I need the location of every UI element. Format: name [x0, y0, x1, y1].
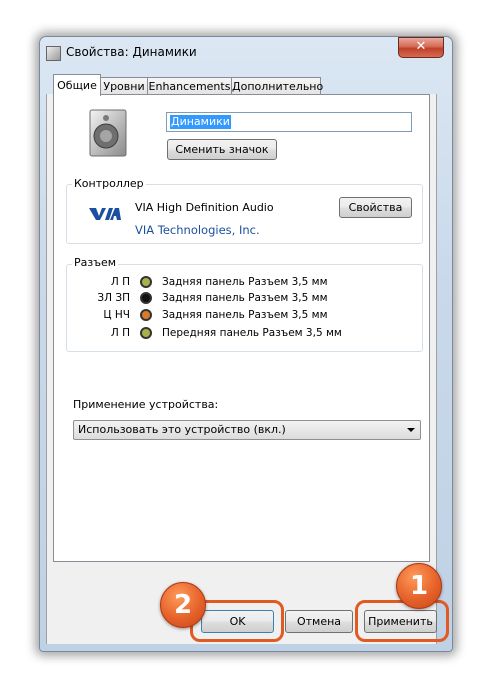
- jack-description: Передняя панель Разъем 3,5 мм: [162, 327, 342, 339]
- window-speaker-icon: [46, 46, 61, 61]
- window-title: Свойства: Динамики: [66, 45, 197, 59]
- jack-description: Задняя панель Разъем 3,5 мм: [162, 276, 328, 288]
- jack-color-icon: [140, 309, 152, 321]
- device-name-value: Динамики: [170, 115, 231, 129]
- tab-advanced[interactable]: Дополнительно: [231, 77, 323, 95]
- controller-name: VIA High Definition Audio: [135, 201, 274, 214]
- device-usage-select[interactable]: Использовать это устройство (вкл.): [73, 420, 421, 440]
- jack-channel-code: Ц НЧ: [103, 309, 130, 321]
- tab-general[interactable]: Общие: [53, 74, 101, 96]
- jack-channel-code: ЗЛ ЗП: [97, 292, 130, 304]
- jack-description: Задняя панель Разъем 3,5 мм: [162, 292, 328, 304]
- controller-group-label: Контроллер: [72, 177, 146, 190]
- jack-row: Л П Задняя панель Разъем 3,5 мм: [70, 275, 370, 289]
- device-usage-label: Применение устройства:: [73, 398, 219, 411]
- step-badge-2: 2: [160, 582, 206, 628]
- controller-properties-button[interactable]: Свойства: [339, 197, 412, 218]
- jack-row: Ц НЧ Задняя панель Разъем 3,5 мм: [70, 308, 370, 322]
- close-button[interactable]: ✕: [398, 37, 444, 58]
- chevron-down-icon: [407, 428, 415, 432]
- change-icon-button[interactable]: Сменить значок: [167, 139, 277, 160]
- cancel-button[interactable]: Отмена: [285, 610, 353, 633]
- tab-enhancements[interactable]: Enhancements: [147, 77, 232, 95]
- step-badge-1: 1: [396, 563, 442, 609]
- tab-levels[interactable]: Уровни: [100, 77, 148, 95]
- jacks-group-label: Разъем: [72, 256, 119, 269]
- speaker-icon: [89, 109, 127, 157]
- jack-row: Л П Передняя панель Разъем 3,5 мм: [70, 326, 370, 340]
- jack-row: ЗЛ ЗП Задняя панель Разъем 3,5 мм: [70, 291, 370, 305]
- jack-channel-code: Л П: [110, 276, 130, 288]
- device-name-input[interactable]: Динамики: [166, 112, 412, 132]
- jack-description: Задняя панель Разъем 3,5 мм: [162, 309, 328, 321]
- jack-color-icon: [140, 276, 152, 288]
- apply-highlight-frame: [355, 600, 449, 642]
- jack-color-icon: [140, 327, 152, 339]
- controller-vendor-link[interactable]: VIA Technologies, Inc.: [135, 223, 260, 237]
- via-logo: [89, 208, 121, 220]
- device-usage-value: Использовать это устройство (вкл.): [78, 423, 286, 436]
- jack-color-icon: [140, 292, 152, 304]
- jack-channel-code: Л П: [110, 327, 130, 339]
